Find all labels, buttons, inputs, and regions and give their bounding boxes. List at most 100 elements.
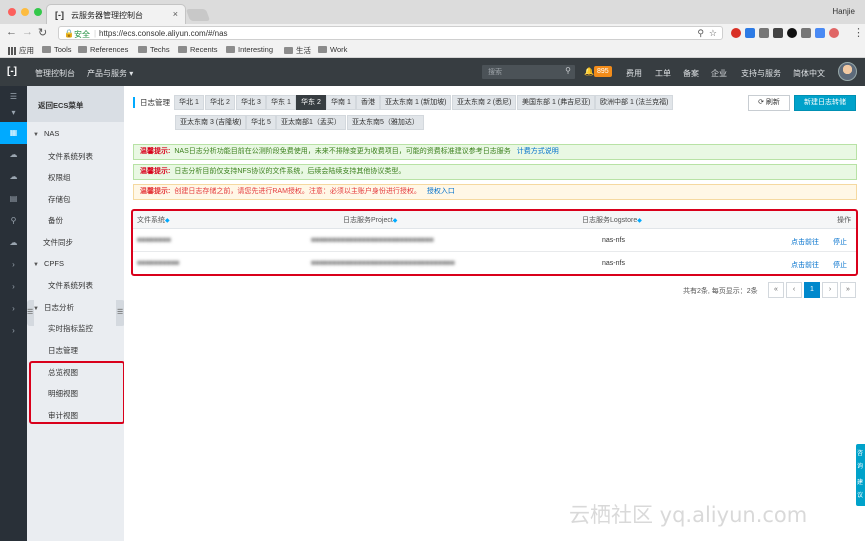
extension-icon[interactable]: [829, 28, 839, 38]
sidebar-item-realtime-metrics[interactable]: 实时指标监控: [48, 323, 93, 334]
first-page-button[interactable]: «: [768, 282, 784, 298]
maximize-window-icon[interactable]: [34, 8, 42, 16]
goto-link[interactable]: 点击前往: [791, 237, 819, 247]
cloud-icon[interactable]: ☁: [0, 232, 27, 254]
region-tab-active[interactable]: 华东 2: [296, 95, 326, 110]
extension-icon[interactable]: [801, 28, 811, 38]
region-tab[interactable]: 香港: [356, 95, 380, 110]
region-tab[interactable]: 华北 2: [205, 95, 235, 110]
shield-extension-icon[interactable]: [745, 28, 755, 38]
sidebar-item-storage-packages[interactable]: 存储包: [48, 194, 71, 205]
authorize-link[interactable]: 授权入口: [427, 188, 455, 195]
goto-link[interactable]: 点击前往: [791, 260, 819, 270]
server-icon[interactable]: ▤: [0, 188, 27, 210]
back-arrow-icon[interactable]: ←: [6, 26, 17, 38]
avatar[interactable]: [838, 62, 857, 81]
chevron-right-icon[interactable]: ›: [0, 254, 27, 276]
search-icon[interactable]: ⚲: [565, 66, 571, 75]
bookmark-star-icon[interactable]: ☆: [709, 28, 717, 39]
nav-link-ticket[interactable]: 工单: [655, 68, 671, 79]
region-tab[interactable]: 亚太东南 3 (吉隆坡): [175, 115, 247, 130]
sidebar-item-filesystems[interactable]: 文件系统列表: [48, 151, 93, 162]
products-menu[interactable]: 产品与服务 ▾: [87, 68, 133, 79]
nav-link-billing[interactable]: 费用: [626, 68, 642, 79]
grid-icon[interactable]: ▦: [0, 122, 27, 144]
last-page-button[interactable]: »: [840, 282, 856, 298]
close-tab-icon[interactable]: ×: [173, 9, 178, 19]
nav-link-support[interactable]: 支持与服务: [741, 68, 781, 79]
bookmark-folder[interactable]: 生活: [284, 45, 311, 56]
menu-kebab-icon[interactable]: ⋮: [853, 26, 864, 39]
sort-icon[interactable]: ◆: [393, 218, 398, 224]
sidebar-item-cpfs-filesystems[interactable]: 文件系统列表: [48, 280, 93, 291]
stop-link[interactable]: 停止: [833, 260, 847, 270]
sidebar-group-nas[interactable]: ▼ NAS: [33, 129, 59, 138]
refresh-button[interactable]: ⟳ 刷新: [748, 95, 790, 111]
region-tab[interactable]: 欧洲中部 1 (法兰克福): [595, 95, 674, 110]
region-tab[interactable]: 美国东部 1 (弗吉尼亚): [517, 95, 596, 110]
extension-icon[interactable]: [773, 28, 783, 38]
search-input[interactable]: 搜索 ⚲: [482, 65, 575, 79]
chevron-down-icon[interactable]: ▾: [0, 102, 27, 124]
nav-link-enterprise[interactable]: 企业: [711, 68, 727, 79]
sidebar-collapse-handle-left[interactable]: ☰: [27, 300, 34, 326]
bookmark-folder[interactable]: Interesting: [226, 45, 273, 54]
sidebar-item-file-sync[interactable]: 文件同步: [43, 237, 73, 248]
new-tab-button[interactable]: [185, 9, 211, 21]
sidebar-group-cpfs[interactable]: ▼ CPFS: [33, 259, 64, 268]
nav-link-icp[interactable]: 备案: [683, 68, 699, 79]
circle-extension-icon[interactable]: [787, 28, 797, 38]
chevron-right-icon[interactable]: ›: [0, 298, 27, 320]
stop-link[interactable]: 停止: [833, 237, 847, 247]
page-1-button[interactable]: 1: [804, 282, 820, 298]
sort-icon[interactable]: ◆: [637, 218, 642, 224]
browser-tab[interactable]: [-] 云服务器管理控制台 ×: [46, 4, 186, 24]
sidebar-item-overview-view[interactable]: 总览视图: [48, 367, 78, 378]
chevron-right-icon[interactable]: ›: [0, 320, 27, 342]
region-tab[interactable]: 亚太东南 1 (新加坡): [380, 95, 452, 110]
minimize-window-icon[interactable]: [21, 8, 29, 16]
feedback-float-button[interactable]: 咨 询 建 议: [856, 444, 865, 506]
create-log-dump-button[interactable]: 新建日志转储: [794, 95, 856, 111]
browser-profile-name[interactable]: Hanjie: [832, 7, 855, 16]
header-logstore[interactable]: 日志服务Logstore◆: [582, 215, 642, 225]
console-home-link[interactable]: 管理控制台: [35, 68, 75, 79]
sidebar-item-log-management[interactable]: 日志管理: [48, 345, 78, 356]
url-bar[interactable]: 🔒 安全 | https://ecs.console.aliyun.com/#/…: [58, 26, 723, 40]
aliyun-logo-icon[interactable]: [-]: [7, 66, 17, 77]
region-tab[interactable]: 华南 1: [326, 95, 356, 110]
region-tab[interactable]: 华东 1: [266, 95, 296, 110]
sidebar-group-log-analysis[interactable]: ▼ 日志分析: [33, 302, 74, 313]
forward-arrow-icon[interactable]: →: [22, 26, 33, 38]
sidebar-item-detail-view[interactable]: 明细视图: [48, 388, 78, 399]
region-tab[interactable]: 华北 5: [246, 115, 276, 130]
bookmark-folder[interactable]: Techs: [138, 45, 170, 54]
region-tab[interactable]: 华北 1: [174, 95, 204, 110]
sidebar-item-backup[interactable]: 备份: [48, 215, 63, 226]
chevron-right-icon[interactable]: ›: [0, 276, 27, 298]
bell-icon[interactable]: 🔔: [584, 67, 594, 76]
sidebar-item-audit-view[interactable]: 审计视图: [48, 410, 78, 421]
bookmark-apps[interactable]: 应用: [8, 45, 34, 56]
translate-extension-icon[interactable]: [815, 28, 825, 38]
bookmark-folder[interactable]: Work: [318, 45, 347, 54]
close-window-icon[interactable]: [8, 8, 16, 16]
extension-icon[interactable]: [759, 28, 769, 38]
reload-icon[interactable]: ↻: [38, 26, 47, 39]
url-text[interactable]: https://ecs.console.aliyun.com/#/nas: [99, 29, 228, 38]
region-tab[interactable]: 亚太东南5（雅加达）: [347, 115, 424, 130]
header-filesystem[interactable]: 文件系统◆: [137, 215, 170, 225]
sidebar-item-permission-groups[interactable]: 权限组: [48, 172, 71, 183]
nav-link-language[interactable]: 简体中文: [793, 68, 825, 79]
sort-icon[interactable]: ◆: [165, 218, 170, 224]
adblock-extension-icon[interactable]: [731, 28, 741, 38]
search-icon[interactable]: ⚲: [0, 210, 27, 232]
prev-page-button[interactable]: ‹: [786, 282, 802, 298]
bookmark-folder[interactable]: References: [78, 45, 128, 54]
region-tab[interactable]: 亚太南部1（孟买）: [276, 115, 346, 130]
region-tab[interactable]: 华北 3: [236, 95, 266, 110]
billing-link[interactable]: 计费方式说明: [517, 148, 559, 155]
next-page-button[interactable]: ›: [822, 282, 838, 298]
zoom-icon[interactable]: ⚲: [697, 28, 704, 39]
cloud-icon[interactable]: ☁: [0, 144, 27, 166]
